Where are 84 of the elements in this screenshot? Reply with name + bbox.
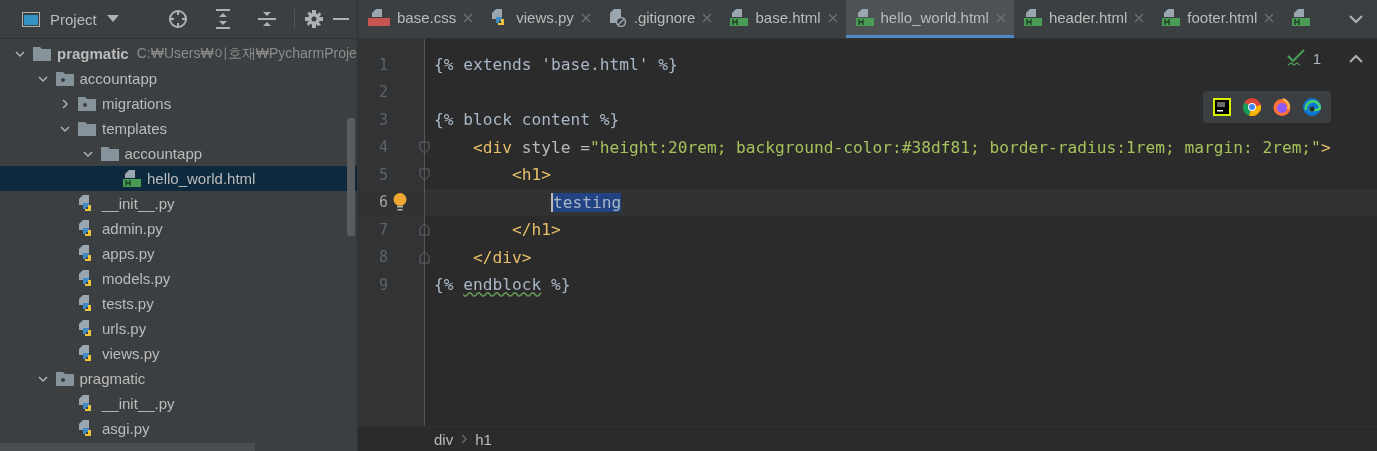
editor-tab[interactable]: footer.html (1152, 0, 1283, 38)
expanded-chevron-icon (37, 373, 48, 384)
tree-item[interactable]: accountapp (0, 66, 357, 91)
edge-icon (1303, 98, 1321, 116)
breadcrumb[interactable]: div (434, 430, 454, 448)
tree-item[interactable]: __init__.py (0, 391, 357, 416)
close-icon (580, 12, 591, 23)
tree-item[interactable]: hello_world.html (0, 166, 357, 191)
tree-item[interactable]: accountapp (0, 141, 357, 166)
panel-title[interactable]: Project (50, 10, 97, 28)
lightbulb-icon (393, 193, 407, 212)
expand-all-icon (214, 9, 232, 29)
code-line: {% block content %} (434, 110, 620, 130)
code-line: {% endblock %} (434, 275, 571, 295)
package-folder-icon (55, 71, 74, 86)
html-file-icon (855, 9, 874, 26)
caret-up-icon (1349, 53, 1363, 63)
code-line: <h1> (510, 165, 551, 185)
chrome-icon (1243, 98, 1261, 116)
tree-item[interactable]: admin.py (0, 216, 357, 241)
expanded-chevron-icon (82, 148, 93, 159)
close-icon (1134, 12, 1145, 23)
settings-icon (305, 10, 323, 28)
code-line: <div style ="height:20rem; background-color:#38df81; border-radius:1rem; margin: 2rem;"> (471, 137, 1331, 157)
close-icon (463, 12, 474, 23)
expanded-chevron-icon (37, 73, 48, 84)
package-folder-icon (78, 96, 96, 111)
tree-item[interactable]: asgi.py (0, 416, 357, 441)
html-file-icon (123, 170, 141, 187)
breadcrumb-chevron-icon (461, 434, 468, 444)
collapse-all-icon (258, 9, 276, 29)
collapsed-chevron-icon (60, 98, 70, 109)
fold-marker-icon (419, 140, 430, 154)
project-path: C:₩Users₩이호재₩PycharmProje (136, 44, 357, 63)
breadcrumb[interactable]: h1 (475, 430, 492, 448)
expanded-chevron-icon (15, 48, 25, 59)
tree-item[interactable]: apps.py (0, 241, 357, 266)
ignore-file-icon (608, 8, 627, 27)
tree-item[interactable]: __init__.py (0, 191, 357, 216)
tree-item[interactable]: pragmatic C:₩Users₩이호재₩PycharmProje (0, 41, 357, 66)
tree-item[interactable]: templates (0, 116, 357, 141)
tab-list-chevron-icon (1349, 14, 1363, 24)
folder-icon (78, 121, 96, 136)
tree-item[interactable]: models.py (0, 266, 357, 291)
html-file-icon (1162, 9, 1181, 26)
expanded-chevron-icon (60, 123, 70, 134)
tree-item[interactable]: urls.py (0, 316, 357, 341)
scrollbar[interactable] (347, 118, 355, 236)
fold-marker-icon (419, 168, 430, 182)
close-icon (702, 12, 713, 23)
folder-icon (100, 146, 119, 161)
html-file-icon (1292, 9, 1311, 26)
inspection-count[interactable]: 1 (1312, 49, 1321, 67)
project-window-icon (22, 11, 40, 27)
tree-item[interactable]: migrations (0, 91, 357, 116)
html-file-icon (1023, 9, 1042, 26)
folder-icon (33, 46, 51, 61)
editor-tab[interactable]: hello_world.html (845, 0, 1014, 38)
editor-tab[interactable]: base.css (358, 0, 482, 38)
tree-item[interactable]: pragmatic (0, 366, 357, 391)
close-icon (827, 12, 838, 23)
dropdown-caret-icon (106, 15, 119, 23)
close-icon (995, 12, 1006, 23)
html-file-icon (730, 9, 749, 26)
code-line: </h1> (510, 220, 561, 240)
ide-logo-icon (1213, 98, 1231, 116)
editor-tab[interactable]: .gitignore (598, 0, 721, 38)
check-icon (1286, 49, 1305, 67)
editor-tab[interactable]: base.html (720, 0, 846, 38)
firefox-icon (1273, 98, 1291, 116)
fold-marker-icon (419, 223, 430, 237)
package-folder-icon (55, 371, 74, 386)
css-file-icon (368, 9, 390, 26)
code-line: {% extends 'base.html' %} (434, 55, 678, 75)
locate-icon (168, 9, 188, 29)
code-line: </div> (471, 247, 532, 267)
tree-item[interactable]: views.py (0, 341, 357, 366)
minimize-icon (333, 18, 349, 20)
fold-marker-icon (419, 250, 430, 264)
tree-item[interactable]: tests.py (0, 291, 357, 316)
line-number: 6 (377, 193, 388, 212)
editor-tab[interactable]: views.py (481, 0, 599, 38)
editor-tab[interactable]: header.html (1013, 0, 1153, 38)
close-icon (1264, 12, 1275, 23)
